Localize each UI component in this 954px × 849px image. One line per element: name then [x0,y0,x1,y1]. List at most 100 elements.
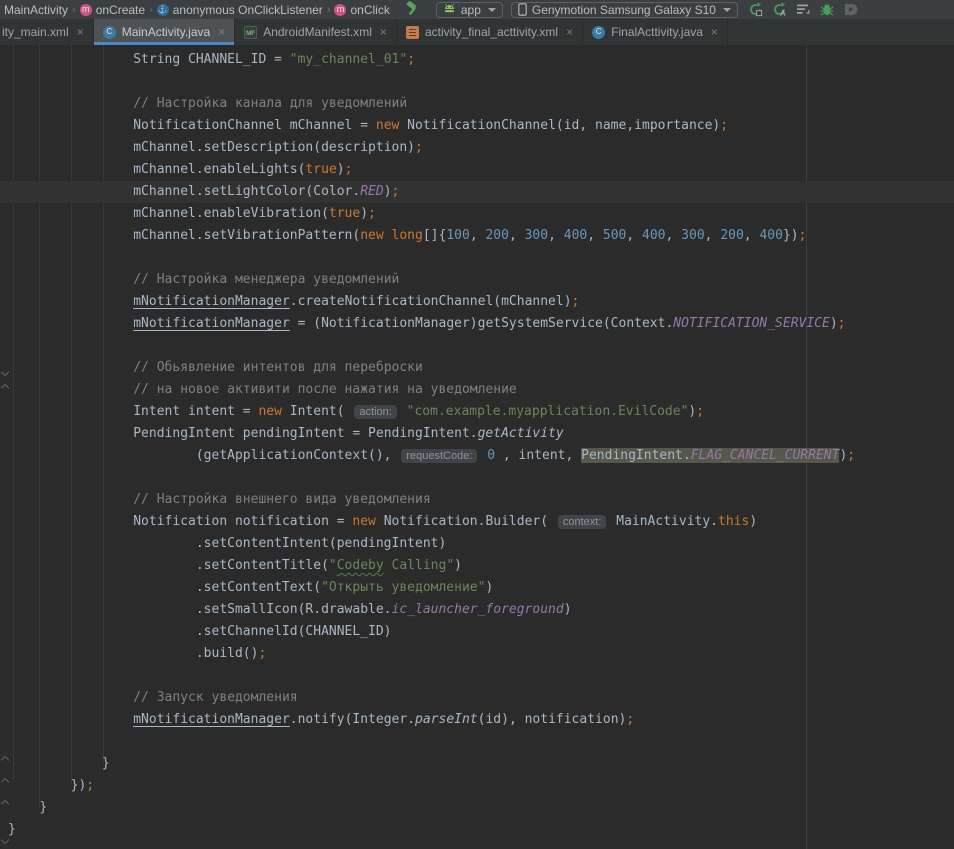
build-hammer-icon[interactable] [404,1,420,19]
code-token: "com.example.myapplication.EvilCode" [407,404,689,419]
code-token: "Открыть уведомление" [321,580,485,595]
code-line: } [0,797,954,819]
build-variants-icon[interactable] [796,3,811,16]
indent [8,228,133,243]
tab-finalacttivity-java[interactable]: C FinalActtivity.java × [583,19,728,45]
code-token: // Настройка внешнего вида уведомления [133,492,430,507]
indent [8,360,133,375]
code-token: mChannel.enableLights( [133,162,305,177]
code-token: , [666,228,682,243]
rerun-activity-icon[interactable] [748,2,763,17]
device-selector[interactable]: Genymotion Samsung Galaxy S10 [511,2,738,18]
code-token: }) [783,228,799,243]
code-token: // Настройка канала для уведомлений [133,96,407,111]
code-token: (getApplicationContext(), [196,448,400,463]
code-token: 300 [525,228,548,243]
code-token: // Обьявление интентов для переброски [133,360,423,375]
indent [8,580,196,595]
indent [8,756,102,771]
indent [8,206,133,221]
code-token: , intent, [495,448,581,463]
breadcrumb-anonymous-class[interactable]: ⚓ anonymous OnClickListener [157,3,323,17]
code-token: ) [384,184,392,199]
code-token: Codeby [337,558,384,573]
code-line: Notification notification = new Notifica… [0,511,954,533]
code-token: mChannel.setLightColor(Color. [133,184,360,199]
tab-activity-final-acttivity-xml[interactable]: activity_final_acttivity.xml × [397,19,583,45]
code-token: // Запуск уведомления [133,690,297,705]
code-token: ic_launcher_foreground [392,602,564,617]
code-editor[interactable]: String CHANNEL_ID = "my_channel_01"; // … [0,45,954,849]
breadcrumb-separator-icon: › [72,4,76,16]
close-icon[interactable]: × [711,25,718,39]
code-line: // на новое активити после нажатия на ув… [0,379,954,401]
indent [8,272,133,287]
editor-tabbar: ity_main.xml × C MainActivity.java × MF … [0,19,954,45]
code-line: NotificationChannel mChannel = new Notif… [0,115,954,137]
code-token: ) [830,316,838,331]
close-icon[interactable]: × [77,25,84,39]
code-token: ; [572,294,580,309]
code-line: (getApplicationContext(), requestCode: 0… [0,445,954,467]
code-token: ) [337,162,345,177]
tab-label: ity_main.xml [2,25,69,39]
method-icon: m [334,4,346,16]
code-token: , [509,228,525,243]
code-token: .notify(Integer. [290,712,415,727]
breadcrumb-onclick[interactable]: m onClick [334,3,389,17]
code-token: mNotificationManager [133,316,290,331]
code-token: 500 [603,228,626,243]
tab-activity-main-xml[interactable]: ity_main.xml × [0,19,94,45]
code-token: .setSmallIcon(R.drawable. [196,602,392,617]
code-line: Intent intent = new Intent( action: "com… [0,401,954,423]
code-token: true [329,206,360,221]
close-icon[interactable]: × [380,25,387,39]
code-line: mNotificationManager.createNotificationC… [0,291,954,313]
profiler-icon[interactable] [843,2,858,17]
code-token: .setChannelId(CHANNEL_ID) [196,624,392,639]
code-token: parseInt [415,712,478,727]
indent [8,778,71,793]
code-line [0,71,954,93]
indent [8,514,133,529]
code-token: new [258,404,281,419]
breadcrumb-label: onClick [350,3,389,17]
code-token: // на новое активити после нажатия на ув… [133,382,517,397]
code-token: } [8,822,16,837]
code-token [384,228,392,243]
breadcrumb-oncreate[interactable]: m onCreate [80,3,145,17]
code-line [0,731,954,753]
code-token: String CHANNEL_ID = [133,52,290,67]
code-token: ) [564,602,572,617]
code-token: 400 [759,228,782,243]
code-line: .setContentIntent(pendingIntent) [0,533,954,555]
code-line [0,335,954,357]
run-configuration-select[interactable]: app [436,2,503,18]
code-token: 100 [446,228,469,243]
code-token: , [705,228,721,243]
code-token: FLAG_CANCEL_CURRENT [691,448,840,463]
code-token: RED [360,184,383,199]
close-icon[interactable]: × [566,25,573,39]
indent [8,118,133,133]
code-line: // Обьявление интентов для переброски [0,357,954,379]
breadcrumb-class[interactable]: MainActivity [4,3,68,17]
tab-mainactivity-java[interactable]: C MainActivity.java × [94,19,236,45]
code-token: true [305,162,336,177]
code-token: mNotificationManager [133,712,290,727]
code-token: long [392,228,423,243]
code-line: }); [0,775,954,797]
code-token: , [548,228,564,243]
indent [8,536,196,551]
close-icon[interactable]: × [218,25,225,39]
tab-androidmanifest-xml[interactable]: MF AndroidManifest.xml × [235,19,397,45]
code-token: ; [345,162,353,177]
apply-code-changes-icon[interactable]: A [772,2,787,17]
debug-icon[interactable] [820,2,834,17]
indent [8,382,133,397]
code-line: .setSmallIcon(R.drawable.ic_launcher_for… [0,599,954,621]
parameter-hint: context: [558,515,607,529]
code-line: mNotificationManager.notify(Integer.pars… [0,709,954,731]
device-selector-label: Genymotion Samsung Galaxy S10 [532,3,716,17]
code-token: .setContentText( [196,580,321,595]
